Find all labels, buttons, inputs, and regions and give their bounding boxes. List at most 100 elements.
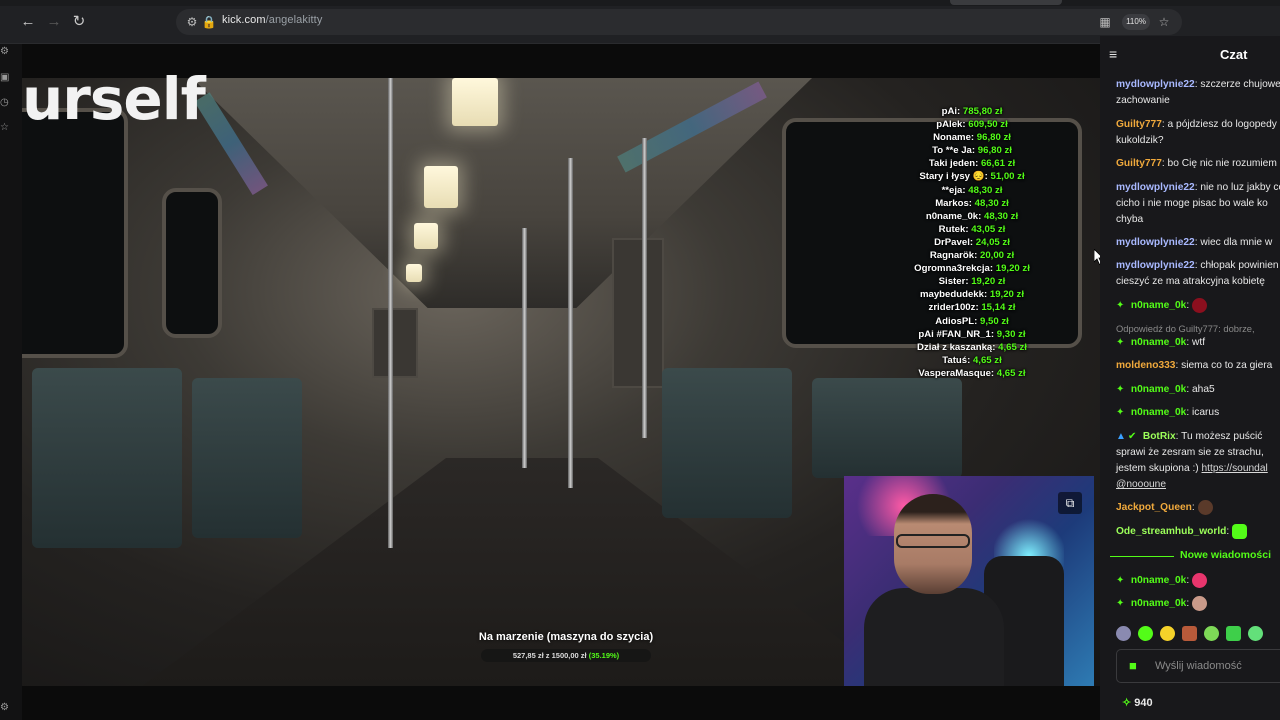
donor-amount: 4,65 zł	[972, 354, 1002, 366]
chat-username[interactable]: n0name_0k	[1131, 407, 1187, 418]
gear-icon[interactable]: ⚙	[0, 702, 10, 714]
handrail-pole	[522, 228, 527, 468]
yellow-emote[interactable]	[1160, 626, 1175, 641]
verified-badge-icon: ✔	[1128, 431, 1137, 442]
goal-progress-bar: 527,85 zł z 1500,00 zł (35.19%)	[481, 649, 651, 662]
donor-name: pAi #FAN_NR_1	[918, 328, 991, 340]
spiral-emote[interactable]	[1116, 626, 1131, 641]
chat-message: ✦ n0name_0k: wtf	[1116, 335, 1280, 351]
goal-progress-text: 527,85 zł z 1500,00 zł	[512, 651, 587, 660]
points-value: 940	[1134, 697, 1153, 709]
chat-mention[interactable]: @noooune	[1116, 479, 1166, 490]
chat-text: wtf	[1192, 337, 1206, 348]
chat-username[interactable]: BotRix	[1143, 431, 1176, 442]
reply-reference[interactable]: Odpowiedź do Guilty777: dobrze,	[1116, 323, 1255, 334]
history-icon[interactable]: ◷	[0, 97, 10, 109]
sparkle-badge-icon: ✦	[1116, 337, 1125, 348]
chat-message-input[interactable]	[1155, 656, 1280, 676]
address-bar[interactable]: ⚙ 🔒 kick.com/angelakitty ▦ 110% ☆	[176, 9, 1182, 35]
chat-message: ✦ n0name_0k: icarus	[1116, 405, 1280, 421]
chat-username[interactable]: n0name_0k	[1131, 598, 1187, 609]
new-messages-divider: Nowe wiadomości	[1110, 548, 1280, 564]
donor-name: n0name_0k	[925, 210, 979, 222]
chat-message: Guilty777: bo Cię nic nie rozumiem	[1116, 158, 1277, 169]
points-icon: ✧	[1122, 697, 1132, 709]
lock-icon[interactable]: 🔒	[201, 13, 217, 31]
url-text[interactable]: kick.com/angelakitty	[222, 14, 322, 26]
save-icon[interactable]: ▣	[0, 72, 10, 84]
donor-amount: 20,00 zł	[979, 250, 1015, 262]
streamer-glasses	[896, 534, 970, 548]
donor-row: **eja: 48,30 zł	[941, 184, 1003, 196]
tab-hint[interactable]	[950, 0, 1062, 5]
chat-username[interactable]: Ode_streamhub_world	[1116, 526, 1226, 537]
chat-username[interactable]: Jackpot_Queen	[1116, 502, 1192, 513]
donor-name: DrPavel	[934, 236, 970, 248]
star-icon[interactable]: ☆	[1156, 13, 1172, 31]
chat-username[interactable]: moldeno333	[1116, 360, 1175, 371]
box-emote[interactable]	[1182, 626, 1197, 641]
chat-username[interactable]: Guilty777	[1116, 119, 1162, 130]
browser-toolbar: ← → ↻ ⚙ 🔒 kick.com/angelakitty ▦ 110% ☆	[0, 0, 1280, 44]
smile-emote[interactable]	[1226, 626, 1241, 641]
collapse-chat-icon[interactable]: ≡	[1109, 46, 1125, 62]
chat-username[interactable]: n0name_0k	[1131, 337, 1187, 348]
donor-name: zrider100z	[928, 302, 976, 314]
donor-row: DrPavel: 24,05 zł	[934, 236, 1010, 248]
install-app-icon[interactable]: ▦	[1097, 13, 1113, 31]
donor-amount: 19,20 zł	[971, 276, 1006, 288]
donor-row: Rutek: 43,05 zł	[938, 223, 1006, 235]
donor-amount: 48,30 zł	[984, 210, 1019, 222]
donor-amount: 48,30 zł	[968, 184, 1003, 196]
ceiling-lamp	[452, 78, 498, 126]
frog-emote	[1232, 524, 1248, 539]
chat-message: Ode_streamhub_world:	[1116, 524, 1280, 540]
donor-name: pAi	[941, 106, 958, 117]
chat-username[interactable]: mydlowplynie22	[1116, 260, 1195, 271]
ceiling-lamp	[406, 264, 422, 282]
chat-username[interactable]: n0name_0k	[1131, 384, 1187, 395]
monkey-emote	[1197, 500, 1213, 515]
ceiling-lamp	[414, 223, 438, 249]
webcam-overlay	[844, 476, 1094, 686]
chat-username[interactable]: n0name_0k	[1131, 575, 1187, 586]
train-window	[22, 108, 128, 358]
donor-row: pAi: 785,80 zł	[941, 106, 1003, 117]
donor-name: Noname	[933, 132, 971, 144]
donor-row: Taki jeden: 66,61 zł	[928, 158, 1016, 170]
channel-points[interactable]: ✧ 940	[1122, 696, 1153, 709]
divider-line	[1110, 556, 1174, 557]
zoom-indicator[interactable]: 110%	[1122, 14, 1150, 30]
chat-text: icarus	[1192, 407, 1220, 418]
arrow-left-icon[interactable]: ←	[18, 12, 38, 32]
chat-username[interactable]: mydlowplynie22	[1116, 237, 1195, 248]
frog-emote[interactable]	[1138, 626, 1153, 641]
donor-amount: 785,80 zł	[962, 106, 1003, 117]
reload-icon[interactable]: ↻	[69, 12, 89, 32]
train-window	[162, 188, 222, 338]
emote-picker-icon[interactable]: ■	[1129, 659, 1143, 673]
settings-icon[interactable]: ⚙	[0, 46, 10, 58]
donor-amount: 19,20 zł	[989, 289, 1024, 301]
chat-message: Jackpot_Queen:	[1116, 500, 1280, 516]
ghost-emote[interactable]	[1248, 626, 1263, 641]
chat-username[interactable]: n0name_0k	[1131, 300, 1187, 311]
tune-icon[interactable]: ⚙	[184, 13, 200, 31]
chat-link[interactable]: https://soundal	[1202, 463, 1268, 474]
chat-username[interactable]: mydlowplynie22	[1116, 79, 1195, 90]
picture-in-picture-icon[interactable]: ⧉	[1058, 492, 1082, 514]
donor-name: maybedudekk	[919, 289, 984, 301]
donor-row: To **e Ja: 96,80 zł	[932, 145, 1012, 157]
arrow-right-icon[interactable]: →	[44, 12, 64, 32]
video-player[interactable]: urself pAi: 785,80 zł pAlek: 609,50 zł Non…	[22, 44, 1100, 720]
donor-amount: 66,61 zł	[980, 158, 1016, 170]
donor-name: Dział z kaszanką	[917, 341, 993, 353]
donor-name: Ogromna3rekcja	[914, 263, 990, 275]
chat-text: bo Cię nic nie rozumiem	[1167, 158, 1277, 169]
alien-emote[interactable]	[1204, 626, 1219, 641]
chat-username[interactable]: mydlowplynie22	[1116, 182, 1195, 193]
favorites-icon[interactable]: ☆	[0, 122, 10, 134]
chat-message: ✦ n0name_0k:	[1116, 596, 1280, 612]
train-door	[612, 238, 664, 388]
chat-username[interactable]: Guilty777	[1116, 158, 1162, 169]
